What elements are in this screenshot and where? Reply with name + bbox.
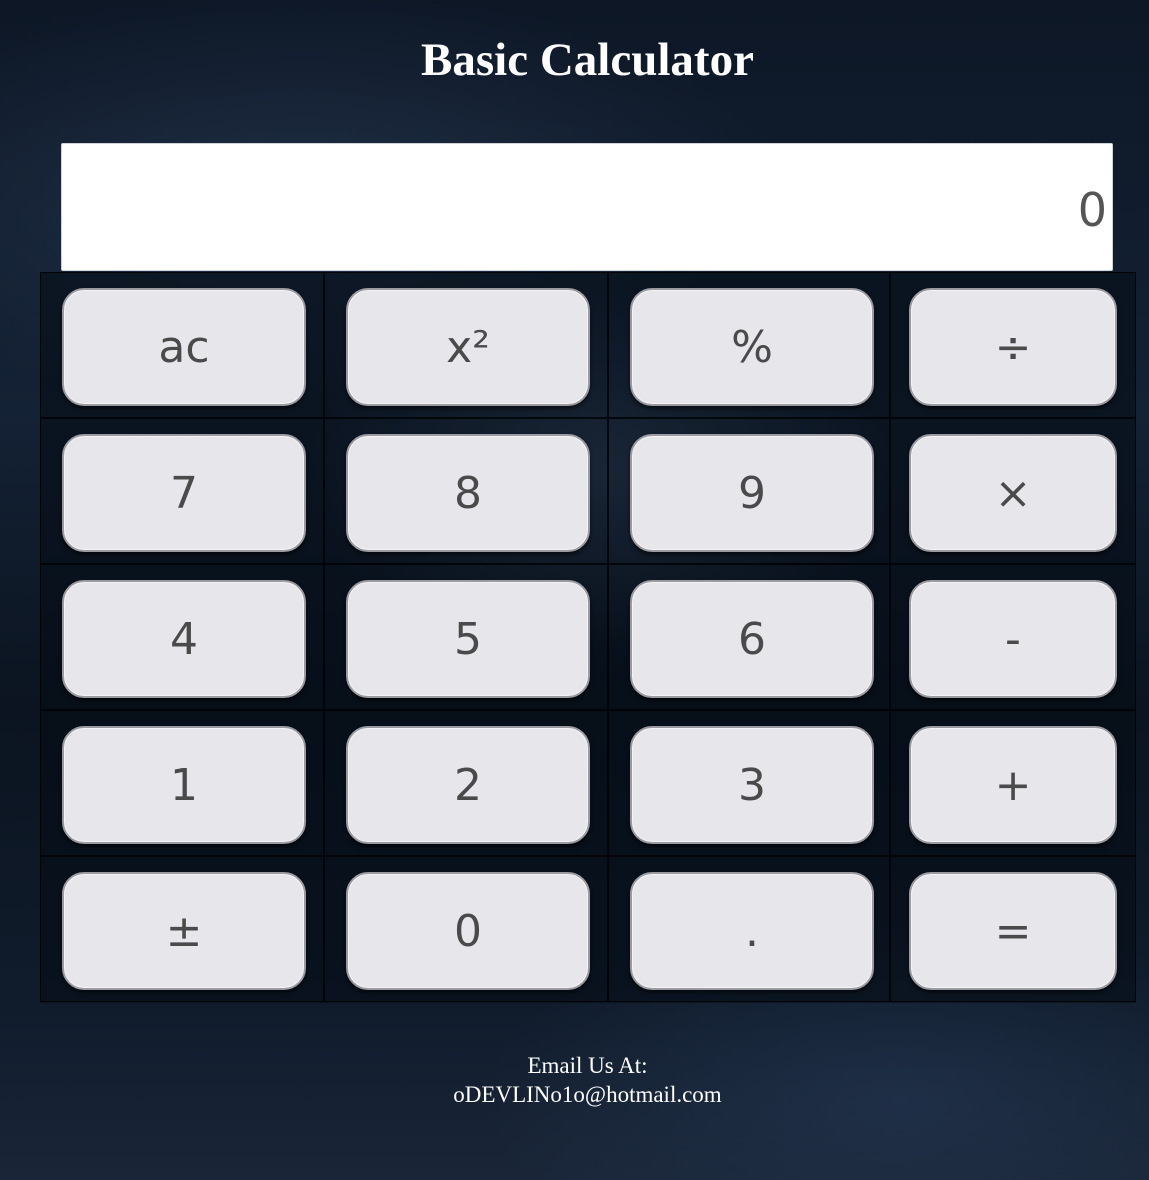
digit-6-button[interactable]: 6 bbox=[630, 580, 874, 698]
digit-0-button[interactable]: 0 bbox=[346, 872, 590, 990]
digit-4-button[interactable]: 4 bbox=[62, 580, 306, 698]
key-cell: ÷ bbox=[890, 272, 1136, 418]
calculator-keypad: ac x² % ÷ 7 8 9 × 4 5 6 - 1 2 3 + ± 0 . … bbox=[40, 272, 1136, 1003]
equals-button[interactable]: = bbox=[909, 872, 1117, 990]
key-cell: % bbox=[608, 272, 890, 418]
decimal-button[interactable]: . bbox=[630, 872, 874, 990]
digit-8-button[interactable]: 8 bbox=[346, 434, 590, 552]
key-cell: 8 bbox=[324, 418, 608, 564]
digit-2-button[interactable]: 2 bbox=[346, 726, 590, 844]
digit-3-button[interactable]: 3 bbox=[630, 726, 874, 844]
percent-button[interactable]: % bbox=[630, 288, 874, 406]
key-cell: 6 bbox=[608, 564, 890, 710]
subtract-button[interactable]: - bbox=[909, 580, 1117, 698]
square-button[interactable]: x² bbox=[346, 288, 590, 406]
key-cell: = bbox=[890, 856, 1136, 1002]
add-button[interactable]: + bbox=[909, 726, 1117, 844]
contact-label: Email Us At: bbox=[527, 1053, 648, 1078]
divide-button[interactable]: ÷ bbox=[909, 288, 1117, 406]
calculator-display: 0 bbox=[61, 143, 1113, 271]
display-value: 0 bbox=[1077, 183, 1107, 237]
key-cell: 0 bbox=[324, 856, 608, 1002]
key-cell: x² bbox=[324, 272, 608, 418]
key-cell: 1 bbox=[40, 710, 324, 856]
digit-7-button[interactable]: 7 bbox=[62, 434, 306, 552]
digit-1-button[interactable]: 1 bbox=[62, 726, 306, 844]
multiply-button[interactable]: × bbox=[909, 434, 1117, 552]
key-cell: + bbox=[890, 710, 1136, 856]
key-cell: ac bbox=[40, 272, 324, 418]
page-title: Basic Calculator bbox=[421, 34, 754, 86]
key-cell: 9 bbox=[608, 418, 890, 564]
key-cell: × bbox=[890, 418, 1136, 564]
key-cell: 4 bbox=[40, 564, 324, 710]
key-cell: 7 bbox=[40, 418, 324, 564]
digit-5-button[interactable]: 5 bbox=[346, 580, 590, 698]
contact-email: oDEVLINo1o@hotmail.com bbox=[453, 1082, 722, 1107]
digit-9-button[interactable]: 9 bbox=[630, 434, 874, 552]
key-cell: ± bbox=[40, 856, 324, 1002]
key-cell: - bbox=[890, 564, 1136, 710]
key-cell: 2 bbox=[324, 710, 608, 856]
footer: Email Us At: oDEVLINo1o@hotmail.com bbox=[0, 1051, 1149, 1109]
all-clear-button[interactable]: ac bbox=[62, 288, 306, 406]
key-cell: 3 bbox=[608, 710, 890, 856]
key-cell: . bbox=[608, 856, 890, 1002]
negate-button[interactable]: ± bbox=[62, 872, 306, 990]
key-cell: 5 bbox=[324, 564, 608, 710]
